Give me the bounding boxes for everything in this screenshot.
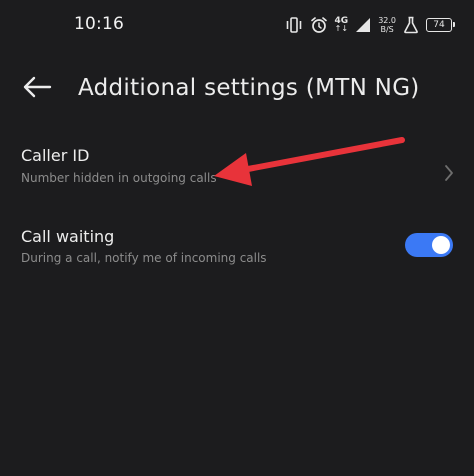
toggle-knob xyxy=(432,236,450,254)
status-time: 10:16 xyxy=(74,14,124,34)
header-bar: Additional settings (MTN NG) xyxy=(0,62,474,118)
status-icons: 4G ↑↓ 32.0 B/S 74 xyxy=(285,13,455,37)
battery-level: 74 xyxy=(433,20,445,30)
settings-screen: 10:16 4G ↑↓ 32.0 B/S 74 Additional setti… xyxy=(0,0,474,476)
caller-id-subtitle: Number hidden in outgoing calls xyxy=(21,171,217,185)
call-waiting-subtitle: During a call, notify me of incoming cal… xyxy=(21,251,267,265)
alarm-icon xyxy=(310,16,328,34)
caller-id-title: Caller ID xyxy=(21,146,90,165)
flask-icon xyxy=(403,16,419,34)
page-title: Additional settings (MTN NG) xyxy=(78,75,420,101)
speed-unit: B/S xyxy=(380,25,394,34)
status-bar: 10:16 4G ↑↓ 32.0 B/S 74 xyxy=(0,0,474,52)
signal-icon xyxy=(355,17,371,33)
speed-value: 32.0 xyxy=(378,16,396,25)
back-arrow-icon xyxy=(22,75,52,103)
vibrate-icon xyxy=(285,17,303,33)
call-waiting-toggle[interactable] xyxy=(405,233,453,257)
network-activity: ↑↓ xyxy=(334,24,349,33)
network-speed: 32.0 B/S xyxy=(378,16,396,34)
call-waiting-title: Call waiting xyxy=(21,227,115,246)
call-waiting-row: Call waiting During a call, notify me of… xyxy=(0,212,474,282)
chevron-right-icon xyxy=(444,164,454,186)
back-button[interactable] xyxy=(18,72,56,106)
caller-id-row[interactable]: Caller ID Number hidden in outgoing call… xyxy=(0,138,474,208)
network-type-label: 4G ↑↓ xyxy=(335,17,349,33)
battery-icon: 74 xyxy=(426,18,455,32)
